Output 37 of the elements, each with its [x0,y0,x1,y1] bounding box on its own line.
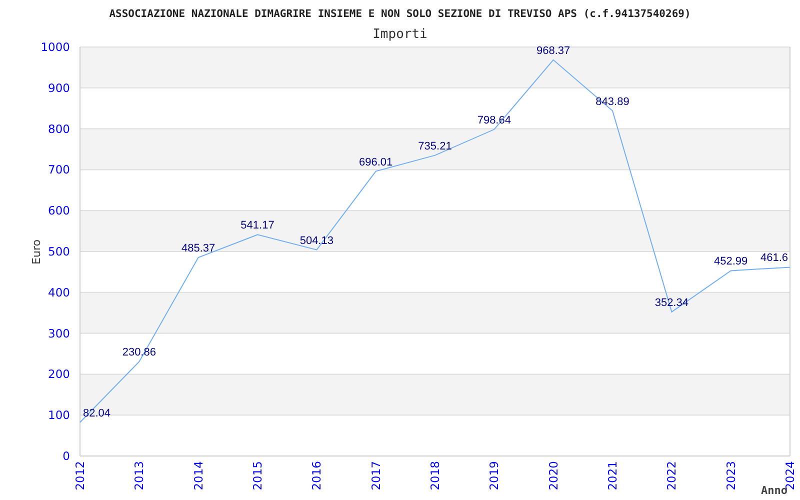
y-tick-label: 1000 [40,40,70,54]
x-tick-label: 2017 [368,461,383,490]
x-tick-label: 2018 [428,461,442,490]
y-tick-label: 500 [48,244,70,258]
data-label: 461.6 [760,252,788,264]
y-axis-title: Euro [30,240,43,264]
data-label: 541.17 [240,220,274,232]
y-tick-label: 300 [48,326,70,340]
x-tick-label: 2013 [132,461,146,490]
y-tick-label: 400 [48,285,70,300]
y-tick-label: 0 [62,449,70,463]
x-tick-label: 2021 [606,461,620,490]
data-label: 485.37 [182,242,216,254]
x-tick-label: 2015 [250,461,264,490]
data-label: 696.01 [359,156,393,168]
data-label: 352.34 [654,296,688,309]
x-tick-label: 2020 [546,461,560,490]
data-label: 452.99 [714,256,748,268]
chart-title: Importi [372,27,428,42]
y-tick-label: 200 [48,367,70,382]
x-tick-label: 2014 [191,461,206,490]
y-tick-label: 100 [48,408,70,422]
data-label: 968.37 [536,44,570,57]
y-tick-label: 900 [48,80,70,95]
y-tick-label: 800 [48,122,70,136]
y-tick-label: 600 [48,204,70,218]
x-tick-label: 2022 [664,461,679,490]
x-tick-label: 2023 [724,461,738,490]
data-label: 735.21 [418,140,452,152]
x-tick-label: 2016 [310,461,324,490]
x-tick-label: 2019 [487,461,502,490]
page-title: ASSOCIAZIONE NAZIONALE DIMAGRIRE INSIEME E NON SOLO SEZIONE DI TREVISO APS (c.f.94137540269) [109,8,691,20]
y-tick-label: 700 [48,162,70,177]
x-axis-title: Anno [761,484,788,497]
x-tick-label: 2012 [73,461,87,490]
data-label: 82.04 [83,407,111,420]
data-label: 504.13 [300,234,334,247]
